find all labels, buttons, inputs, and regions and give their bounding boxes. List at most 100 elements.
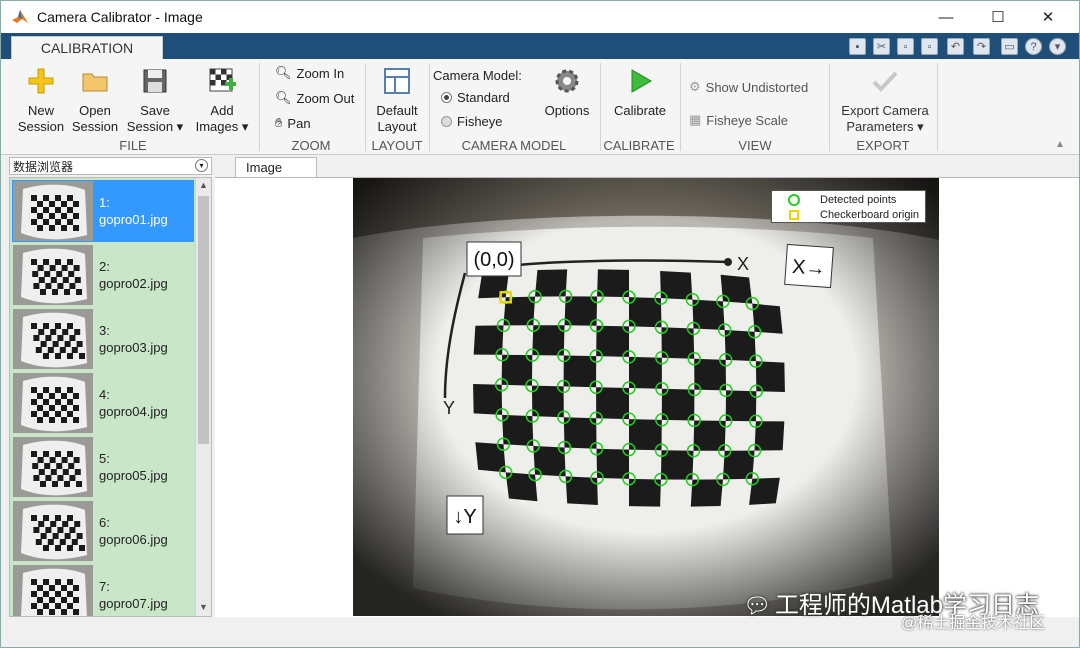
qa-redo-icon[interactable]: ↷: [973, 38, 990, 55]
image-thumbnail: [13, 181, 93, 241]
item-filename: gopro01.jpg: [99, 212, 168, 227]
floppy-disk-icon: [143, 69, 167, 93]
y-arrow-label: ↓Y: [453, 506, 476, 528]
camera-model-title: Camera Model:: [433, 68, 522, 83]
standard-radio[interactable]: Standard: [441, 90, 510, 105]
chevron-down-icon[interactable]: ▾: [1049, 38, 1066, 55]
item-index: 3:: [99, 323, 110, 338]
default-layout-label-1: Default: [376, 103, 418, 118]
help-icon[interactable]: ?: [1025, 38, 1042, 55]
close-button[interactable]: ✕: [1025, 1, 1071, 33]
browser-menu-icon[interactable]: ▾: [195, 159, 208, 172]
file-section-label: FILE: [119, 138, 147, 153]
save-session-label-1: Save: [140, 103, 170, 118]
y-axis-label: Y: [443, 398, 455, 418]
show-undistorted-button[interactable]: ⚙︎ Show Undistorted: [689, 79, 808, 95]
item-index: 7:: [99, 579, 110, 594]
list-item[interactable]: 3: gopro03.jpg: [12, 308, 194, 370]
play-icon: [631, 69, 652, 93]
collapse-ribbon-icon[interactable]: ▲: [1055, 139, 1065, 150]
browser-scrollbar[interactable]: ▲ ▼: [195, 178, 211, 616]
scroll-down-icon[interactable]: ▼: [199, 602, 208, 612]
checkmark-icon: [872, 71, 898, 92]
fisheye-scale-button[interactable]: ▦ Fisheye Scale: [689, 112, 788, 128]
matlab-logo-icon: [12, 10, 28, 23]
add-images-label-2: Images ▾: [195, 119, 249, 134]
maximize-button[interactable]: ☐: [975, 1, 1021, 33]
fisheye-radio[interactable]: Fisheye: [441, 114, 503, 129]
qa-undo-icon[interactable]: ↶: [947, 38, 964, 55]
legend-origin-label: Checkerboard origin: [820, 208, 920, 221]
list-item[interactable]: 2: gopro02.jpg: [12, 244, 194, 306]
item-filename: gopro05.jpg: [99, 468, 168, 483]
image-thumbnail: [13, 501, 93, 561]
tab-image[interactable]: Image: [235, 157, 317, 177]
x-axis-label: X: [737, 254, 749, 274]
new-session-label-2: Session: [17, 119, 65, 134]
watermark-source: @稀土掘金技术社区: [901, 615, 1046, 632]
item-filename: gopro03.jpg: [99, 340, 168, 355]
data-browser-list[interactable]: 1: gopro01.jpg 2: gopro02.jpg 3: gopro03.jpg 4…: [9, 177, 212, 617]
window-title: Camera Calibrator - Image: [37, 9, 203, 25]
tab-calibration[interactable]: CALIBRATION: [11, 36, 163, 59]
list-item[interactable]: 1: gopro01.jpg: [12, 180, 194, 242]
zoom-out-label: Zoom Out: [296, 90, 355, 106]
qa-paste-icon[interactable]: ▫: [921, 38, 938, 55]
default-layout-button[interactable]: Default Layout: [369, 67, 425, 135]
x-arrow-label: X→: [791, 256, 826, 280]
list-item[interactable]: 5: gopro05.jpg: [12, 436, 194, 498]
origin-label: (0,0): [473, 249, 514, 271]
qa-cut-icon[interactable]: ✂: [873, 38, 890, 55]
minimize-button[interactable]: —: [923, 1, 969, 33]
layout-section-label: LAYOUT: [371, 138, 423, 153]
scroll-up-icon[interactable]: ▲: [199, 180, 208, 190]
legend-detected-label: Detected points: [820, 193, 897, 206]
list-item[interactable]: 4: gopro04.jpg: [12, 372, 194, 434]
list-item-label: 1: gopro01.jpg: [99, 194, 168, 242]
save-session-button[interactable]: Save Session ▾: [123, 67, 187, 135]
list-item-label: 4: gopro04.jpg: [99, 386, 168, 434]
folder-icon: [82, 73, 108, 92]
zoom-out-button[interactable]: 🔍︎ Zoom Out: [275, 90, 354, 106]
options-button[interactable]: Options: [539, 67, 595, 119]
qa-layout-icon[interactable]: ▭: [1001, 38, 1018, 55]
new-session-label-1: New: [27, 103, 54, 118]
camera-calibrator-window: Camera Calibrator - Image — ☐ ✕ CALIBRAT…: [0, 0, 1080, 648]
scroll-thumb[interactable]: [198, 196, 209, 444]
calibrate-section-label: CALIBRATE: [603, 138, 675, 153]
open-session-label-2: Session: [71, 119, 119, 134]
standard-label: Standard: [457, 90, 510, 105]
item-index: 4:: [99, 387, 110, 402]
open-session-label-1: Open: [79, 103, 111, 118]
new-session-button[interactable]: New Session: [13, 67, 69, 135]
separator: [829, 63, 830, 151]
item-filename: gopro06.jpg: [99, 532, 168, 547]
save-session-label-2: Session ▾: [126, 119, 184, 134]
qa-copy-icon[interactable]: ▫: [897, 38, 914, 55]
pan-button[interactable]: ✋︎ Pan: [275, 115, 311, 131]
fisheye-label: Fisheye: [457, 114, 503, 129]
calibrate-button[interactable]: Calibrate: [607, 67, 673, 119]
item-index: 6:: [99, 515, 110, 530]
open-session-button[interactable]: Open Session: [67, 67, 123, 135]
options-label: Options: [544, 103, 590, 118]
wechat-icon: 💬︎: [743, 593, 771, 618]
list-item-label: 5: gopro05.jpg: [99, 450, 168, 498]
add-images-label-1: Add: [210, 103, 234, 118]
add-images-button[interactable]: Add Images ▾: [191, 67, 253, 135]
default-layout-label-2: Layout: [377, 119, 417, 134]
zoom-in-button[interactable]: 🔍︎ Zoom In: [275, 65, 344, 81]
list-item[interactable]: 6: gopro06.jpg: [12, 500, 194, 562]
export-camera-parameters-button[interactable]: Export Camera Parameters ▾: [835, 67, 935, 135]
title-bar: Camera Calibrator - Image — ☐ ✕: [1, 1, 1079, 33]
list-item[interactable]: 7: gopro07.jpg: [12, 564, 194, 616]
image-thumbnail: [13, 437, 93, 497]
qa-save-icon[interactable]: ▪: [849, 38, 866, 55]
image-thumbnail: [13, 309, 93, 369]
calibrate-label: Calibrate: [613, 103, 667, 118]
calibration-photo: (0,0) X Y X→ ↓Y: [353, 178, 939, 616]
export-section-label: EXPORT: [856, 138, 910, 153]
zoom-out-icon: 🔍︎: [275, 90, 292, 105]
separator: [937, 63, 938, 151]
list-item-label: 3: gopro03.jpg: [99, 322, 168, 370]
